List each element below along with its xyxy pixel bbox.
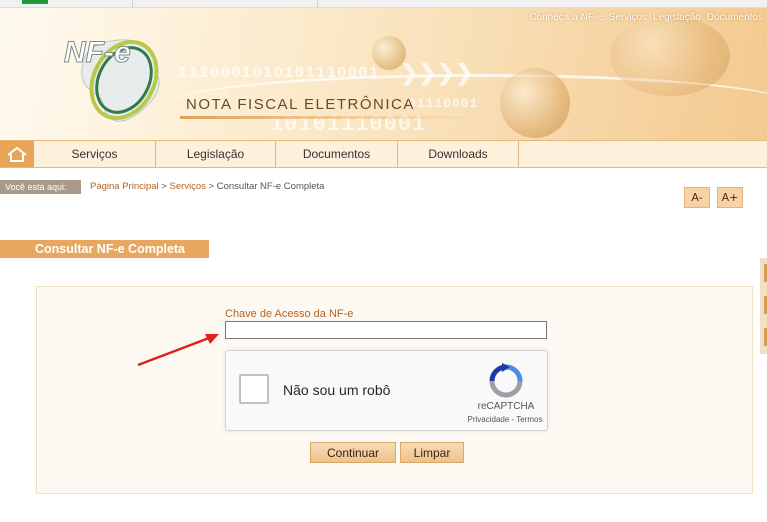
header-banner: 1110001010101110001 10101110001 01110001… [0,8,767,140]
breadcrumb-label: Você está aqui: [0,180,81,194]
recaptcha-terms-link[interactable]: Termos [516,415,542,424]
sphere-decoration [610,16,730,96]
breadcrumb-separator: > [205,181,217,192]
breadcrumb-link-servicos[interactable]: Serviços [169,181,205,192]
status-chip [22,0,48,4]
logo-text: NF-e [64,36,131,69]
nav-item-documentos[interactable]: Documentos [276,141,398,167]
recaptcha-checkbox[interactable] [239,374,269,404]
access-key-label: Chave de Acesso da NF-e [225,308,354,320]
breadcrumb-separator: > [158,181,170,192]
top-link-conheca[interactable]: Conheça a NF-e [529,12,602,23]
chevron-decoration: ❯❯❯❯ [400,60,474,85]
nav-item-downloads[interactable]: Downloads [398,141,519,167]
home-button[interactable] [0,141,34,167]
font-decrease-button[interactable]: A- [684,187,710,208]
nav-item-servicos[interactable]: Serviços [34,141,156,167]
top-link-documentos[interactable]: Documentos [707,12,763,23]
recaptcha-brand: reCAPTCHA [477,401,535,412]
access-key-input[interactable] [225,321,547,339]
sphere-decoration [500,68,570,138]
home-icon [7,146,27,162]
recaptcha-logo-icon [489,363,523,398]
main-nav: Serviços Legislação Documentos Downloads [0,140,767,168]
brand-title: NOTA FISCAL ELETRÔNICA [186,96,415,113]
continue-button[interactable]: Continuar [310,442,396,463]
font-increase-button[interactable]: A+ [717,187,743,208]
nav-item-legislacao[interactable]: Legislação [156,141,276,167]
recaptcha-widget: Não sou um robô reCAPTCHA Privacidade - … [225,350,548,431]
divider [317,0,318,8]
red-arrow-annotation [137,334,219,367]
top-link-legislacao[interactable]: Legislação [653,12,701,23]
recaptcha-privacy-link[interactable]: Privacidade [467,415,509,424]
clear-button[interactable]: Limpar [400,442,464,463]
page-title: Consultar NF-e Completa [0,240,209,258]
recaptcha-terms: Privacidade - Termos [452,415,558,424]
divider [132,0,133,8]
nfe-logo[interactable]: NF-e [58,22,178,132]
top-links: Conheça a NF-e Serviços Legislação Docum… [529,12,763,23]
breadcrumb: Página Principal > Serviços > Consultar … [90,181,324,192]
breadcrumb-current: Consultar NF-e Completa [216,181,325,192]
page: 1110001010101110001 10101110001 01110001… [0,0,767,522]
right-edge-strip [760,258,767,354]
breadcrumb-link-home[interactable]: Página Principal [90,181,159,192]
recaptcha-label: Não sou um robô [283,382,391,398]
brand-underline [180,116,480,119]
top-link-servicos[interactable]: Serviços [609,12,647,23]
browser-top-strip [0,0,767,8]
